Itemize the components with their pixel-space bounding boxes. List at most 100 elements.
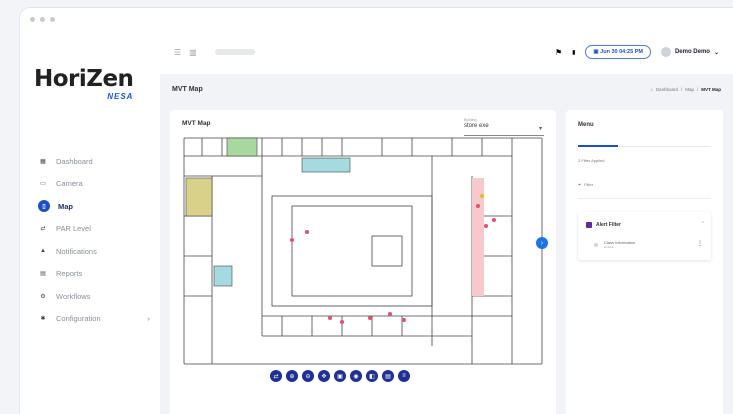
- menu-icon[interactable]: ☰: [174, 48, 181, 57]
- report-icon: ▤: [40, 271, 46, 278]
- zoom-in-icon[interactable]: ⊕: [286, 370, 298, 382]
- alert-filter-panel: Alert Filter ⌃ Class Information Default…: [578, 212, 711, 260]
- filter-applied[interactable]: 2 Filter Applied: [578, 158, 604, 163]
- chevron-down-icon: ▾: [538, 126, 542, 132]
- sidebar-item-label: Map: [58, 201, 73, 211]
- date-text: Jun 30 04:25 PM: [600, 49, 643, 55]
- map-marker[interactable]: [368, 316, 372, 320]
- sidebar-item-label: Configuration: [56, 314, 101, 324]
- main-area: ☰ ▥ ⚑ ▮ ▣ Jun 30 04:25 PM Demo Demo ⌄ MV…: [160, 30, 733, 414]
- window-dot[interactable]: [40, 16, 45, 22]
- date-pill[interactable]: ▣ Jun 30 04:25 PM: [585, 45, 651, 59]
- breadcrumb-item[interactable]: Dashboard: [656, 87, 678, 92]
- pan-icon[interactable]: ✥: [318, 370, 330, 382]
- tab-active-indicator: [578, 145, 618, 147]
- topbar: ☰ ▥ ⚑ ▮ ▣ Jun 30 04:25 PM Demo Demo ⌄: [160, 30, 733, 74]
- more-vertical-icon[interactable]: ⋮: [697, 240, 703, 247]
- page-header: MVT Map ⌂ Dashboard / Map / MVT Map: [160, 74, 733, 104]
- sidebar-item-label: Reports: [56, 269, 83, 279]
- sidebar-item-reports[interactable]: ▤ Reports: [34, 263, 154, 286]
- map-next-button[interactable]: ›: [536, 237, 548, 249]
- gear-icon: ✱: [40, 316, 46, 323]
- window-dot[interactable]: [30, 16, 35, 22]
- map-marker[interactable]: [305, 230, 309, 234]
- layer-icon[interactable]: ◧: [366, 370, 378, 382]
- logo-subtext: NESA: [107, 92, 134, 101]
- menu-tabs: [578, 145, 711, 147]
- sidebar-item-par-level[interactable]: ⇄ PAR Level: [34, 218, 154, 241]
- sidebar-item-camera[interactable]: ▭ Camera: [34, 173, 154, 196]
- collapse-icon[interactable]: ⌃: [701, 221, 705, 227]
- swap-icon[interactable]: ⇄: [270, 370, 282, 382]
- map-card: MVT Map Building store exe ▾ › ⇄ ⊕ ⊖ ✥ ▣…: [170, 110, 556, 414]
- breadcrumb-item[interactable]: Map: [685, 87, 694, 92]
- breadcrumb: ⌂ Dashboard / Map / MVT Map: [650, 86, 721, 92]
- sidebar-item-notifications[interactable]: ▲ Notifications: [34, 240, 154, 263]
- menu-icon[interactable]: ≡: [398, 370, 410, 382]
- sidebar-item-map[interactable]: ▯ Map: [34, 195, 154, 218]
- sidebar-item-label: PAR Level: [56, 224, 91, 234]
- workflow-icon: ⚙: [40, 293, 46, 300]
- floor-plan-map[interactable]: [182, 136, 544, 368]
- map-marker[interactable]: [476, 204, 480, 208]
- list-item[interactable]: Class Information Default: [594, 240, 635, 249]
- map-marker[interactable]: [290, 238, 294, 242]
- select-label: Building: [464, 118, 477, 122]
- window-dot[interactable]: [50, 16, 55, 22]
- map-marker[interactable]: [402, 318, 406, 322]
- sidebar-nav: ▦ Dashboard ▭ Camera ▯ Map ⇄ PAR Level ▲…: [34, 150, 154, 330]
- sidebar-item-label: Notifications: [56, 246, 97, 256]
- radio-icon[interactable]: [594, 242, 598, 247]
- user-menu[interactable]: Demo Demo ⌄: [660, 47, 719, 57]
- map-marker[interactable]: [484, 224, 488, 228]
- menu-title: Menu: [578, 122, 594, 128]
- map-card-title: MVT Map: [182, 120, 211, 127]
- logo-text: HoriZen: [34, 66, 134, 92]
- swap-icon: ⇄: [40, 226, 46, 233]
- browser-window: HoriZen NESA ▦ Dashboard ▭ Camera ▯ Map …: [20, 8, 733, 414]
- map-marker-alert[interactable]: [480, 194, 484, 198]
- sidebar-item-label: Workflows: [56, 291, 91, 301]
- breadcrumb-current: MVT Map: [701, 86, 721, 92]
- document-icon[interactable]: ▮: [572, 49, 575, 56]
- sidebar-item-dashboard[interactable]: ▦ Dashboard: [34, 150, 154, 173]
- alert-square-icon: [586, 222, 592, 228]
- chevron-right-icon[interactable]: ›: [148, 314, 151, 323]
- avatar: [660, 47, 671, 57]
- calendar-icon: ▣: [593, 49, 599, 55]
- user-name: Demo Demo: [674, 49, 710, 55]
- filter-row[interactable]: ⏷ Filter: [578, 182, 593, 187]
- sidebar: HoriZen NESA ▦ Dashboard ▭ Camera ▯ Map …: [20, 30, 160, 414]
- zoom-out-icon[interactable]: ⊖: [302, 370, 314, 382]
- search-input[interactable]: [214, 49, 255, 55]
- bell-icon: ▲: [40, 248, 46, 255]
- menu-card: Menu 2 Filter Applied ⏷ Filter Alert Fil…: [566, 110, 723, 414]
- sidebar-item-workflows[interactable]: ⚙ Workflows: [34, 285, 154, 308]
- alert-filter-head[interactable]: Alert Filter: [586, 222, 621, 228]
- marker-icon[interactable]: ◉: [350, 370, 362, 382]
- map-marker[interactable]: [340, 320, 344, 324]
- building-select[interactable]: Building store exe ▾: [464, 118, 544, 136]
- map-marker[interactable]: [388, 312, 392, 316]
- room-teal[interactable]: [301, 157, 351, 173]
- map-marker[interactable]: [492, 218, 496, 222]
- split-icon[interactable]: ▥: [189, 48, 197, 57]
- home-icon[interactable]: ⌂: [650, 87, 653, 92]
- select-value: store exe: [464, 123, 489, 129]
- room-yellow[interactable]: [185, 177, 213, 217]
- map-icon: ▯: [38, 200, 50, 213]
- room-green[interactable]: [226, 137, 258, 157]
- flag-icon[interactable]: ⚑: [555, 48, 562, 57]
- list-icon[interactable]: ▤: [382, 370, 394, 382]
- sidebar-item-configuration[interactable]: ✱ Configuration ›: [34, 308, 154, 331]
- room-teal-2[interactable]: [213, 265, 233, 287]
- app-logo[interactable]: HoriZen NESA: [34, 66, 134, 101]
- fit-icon[interactable]: ▣: [334, 370, 346, 382]
- window-titlebar: [20, 8, 733, 30]
- map-marker[interactable]: [328, 316, 332, 320]
- sidebar-item-label: Camera: [56, 179, 83, 189]
- sidebar-item-label: Dashboard: [56, 156, 93, 166]
- divider: [578, 198, 711, 199]
- filter-icon: ⏷: [578, 182, 582, 187]
- map-toolbar: ⇄ ⊕ ⊖ ✥ ▣ ◉ ◧ ▤ ≡: [270, 370, 410, 382]
